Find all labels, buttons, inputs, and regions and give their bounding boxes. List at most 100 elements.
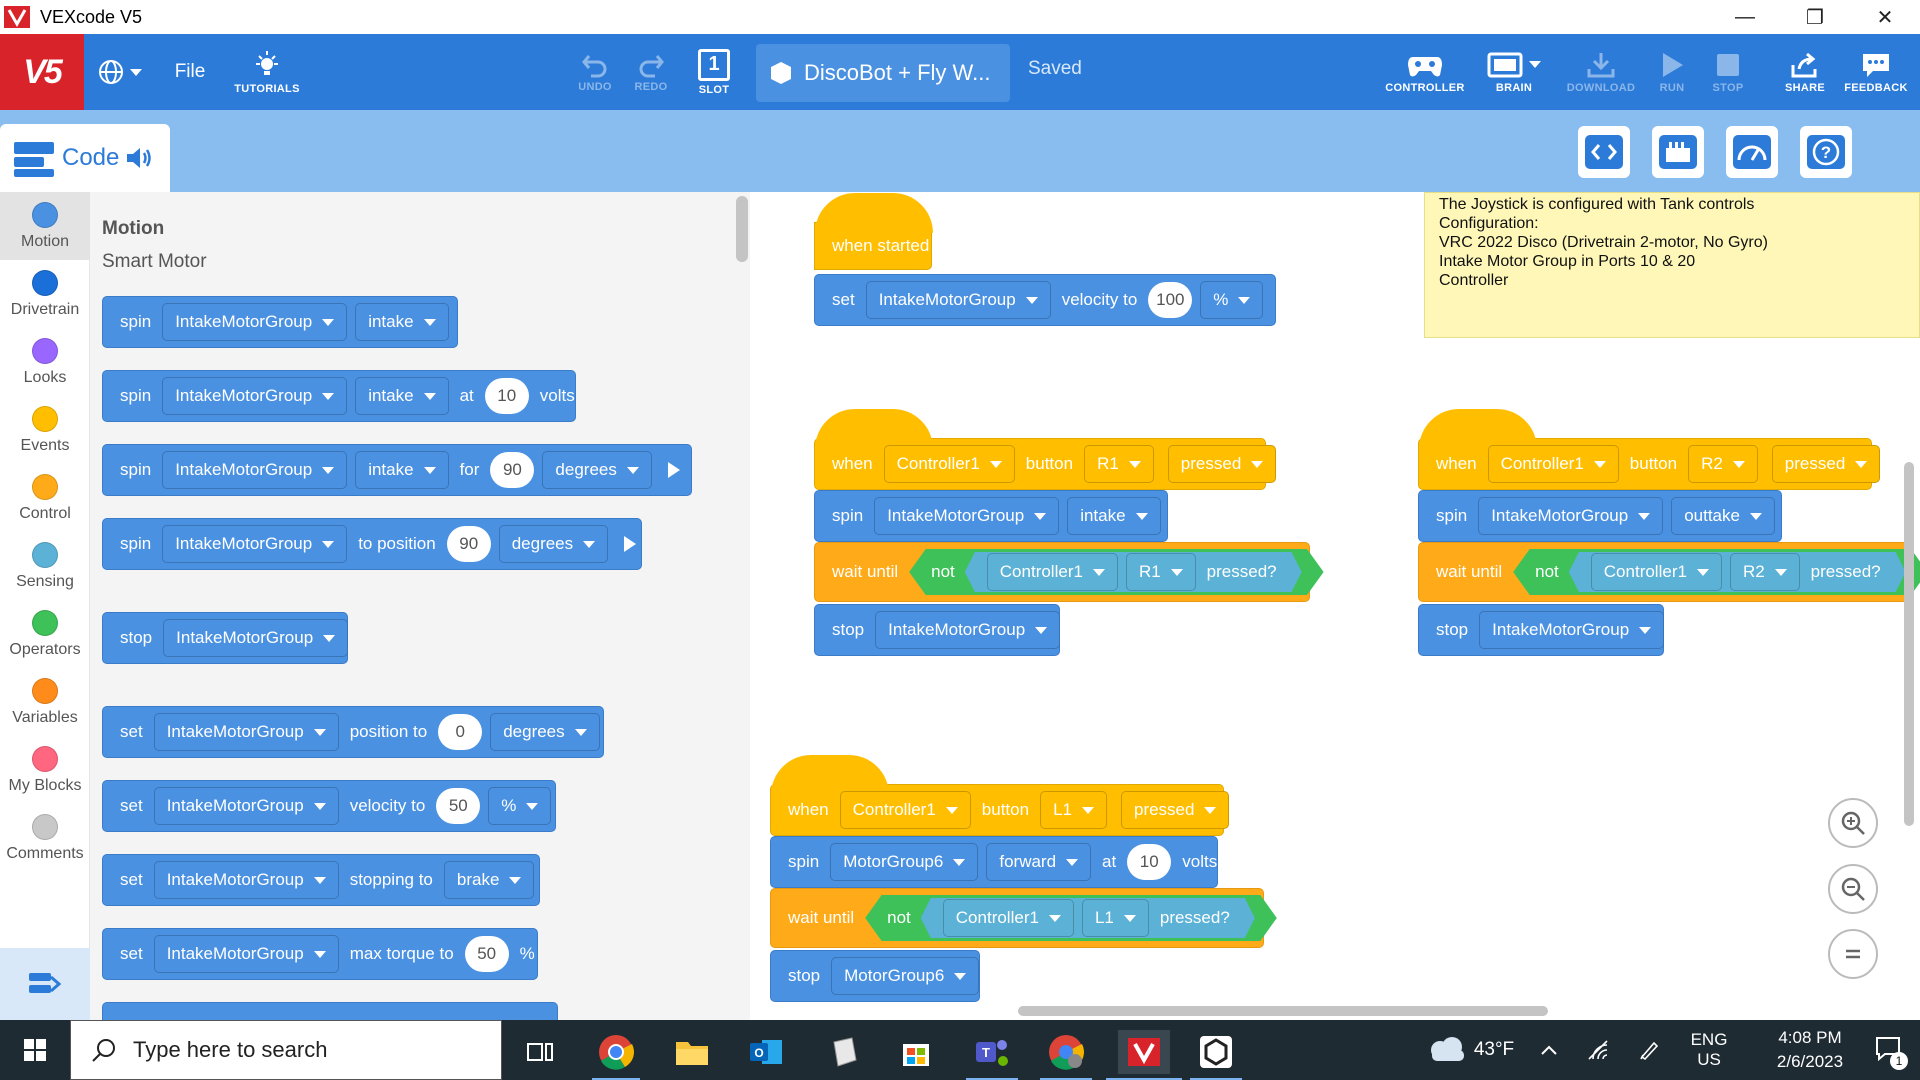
download-button[interactable]: DOWNLOAD	[1560, 34, 1642, 110]
motor-dropdown[interactable]: IntakeMotorGroup	[162, 303, 348, 341]
motor-dropdown[interactable]: IntakeMotorGroup	[153, 713, 339, 751]
start-button[interactable]	[0, 1020, 70, 1080]
network-icon[interactable]	[1584, 1020, 1614, 1080]
category-events[interactable]: Events	[0, 396, 90, 464]
controller-pressed-condition[interactable]: Controller1 L1 pressed?	[920, 898, 1255, 938]
button-dropdown[interactable]: R2	[1688, 445, 1758, 483]
button-dropdown[interactable]: R2	[1729, 553, 1800, 591]
stop-block[interactable]: stop IntakeMotorGroup	[102, 612, 349, 664]
category-variables[interactable]: Variables	[0, 668, 90, 736]
motor-dropdown[interactable]: IntakeMotorGroup	[865, 281, 1051, 319]
stopping-dropdown[interactable]: brake	[443, 861, 535, 899]
minimize-button[interactable]: —	[1710, 0, 1780, 34]
controller-pressed-condition[interactable]: Controller1 R2 pressed?	[1568, 552, 1906, 592]
not-operator[interactable]: not Controller1 L1 pressed?	[865, 895, 1277, 941]
velocity-input[interactable]: 100	[1148, 282, 1193, 318]
direction-dropdown[interactable]: forward	[986, 843, 1092, 881]
restore-button[interactable]: ❐	[1780, 0, 1850, 34]
set-velocity-block[interactable]: set IntakeMotorGroup velocity to 50 %	[102, 780, 556, 832]
controller-dropdown[interactable]: Controller1	[883, 445, 1015, 483]
wait-until-block[interactable]: wait until not Controller1 R1 pressed?	[814, 542, 1324, 602]
category-my-blocks[interactable]: My Blocks	[0, 736, 90, 804]
controller-dropdown[interactable]: Controller1	[986, 553, 1118, 591]
clock[interactable]: 4:08 PM 2/6/2023	[1748, 1020, 1872, 1080]
motor-dropdown[interactable]: MotorGroup6	[830, 843, 979, 881]
palette-scrollbar[interactable]	[736, 196, 748, 262]
tutorials-button[interactable]: TUTORIALS	[228, 34, 306, 110]
not-operator[interactable]: not Controller1 R2 pressed?	[1513, 549, 1920, 595]
workspace-horizontal-scrollbar[interactable]	[1018, 1006, 1548, 1016]
motor-dropdown[interactable]: IntakeMotorGroup	[162, 377, 348, 415]
set-stopping-block[interactable]: set IntakeMotorGroup stopping to brake	[102, 854, 540, 906]
file-menu[interactable]: File	[168, 34, 212, 110]
help-button[interactable]: ?	[1800, 126, 1852, 178]
dashboard-button[interactable]	[1726, 126, 1778, 178]
event-dropdown[interactable]: pressed	[1771, 445, 1881, 483]
stop-button[interactable]: STOP	[1706, 34, 1750, 110]
unit-dropdown[interactable]: degrees	[490, 713, 600, 751]
file-explorer-icon[interactable]	[670, 1030, 714, 1074]
language-indicator[interactable]: ENG US	[1684, 1020, 1734, 1080]
spin-for-block[interactable]: spin IntakeMotorGroup intake for 90 degr…	[102, 444, 692, 496]
stop-block[interactable]: stop MotorGroup6	[770, 950, 980, 1002]
controller-dropdown[interactable]: Controller1	[942, 899, 1074, 937]
share-button[interactable]: SHARE	[1780, 34, 1830, 110]
chrome-icon[interactable]	[594, 1030, 638, 1074]
redo-button[interactable]: REDO	[626, 34, 676, 110]
controller-pressed-condition[interactable]: Controller1 R1 pressed?	[964, 552, 1302, 592]
extensions-button[interactable]	[0, 948, 90, 1020]
unit-dropdown[interactable]: %	[488, 787, 552, 825]
taskbar-search[interactable]: Type here to search	[70, 1020, 502, 1080]
stop-block[interactable]: stop IntakeMotorGroup	[814, 604, 1061, 656]
spin-volts-block[interactable]: spin MotorGroup6 forward at 10 volts	[770, 836, 1218, 888]
volts-input[interactable]: 10	[1127, 844, 1172, 880]
controller-button[interactable]: CONTROLLER	[1380, 34, 1470, 110]
cube-app-icon[interactable]	[820, 1030, 864, 1074]
code-viewer-button[interactable]	[1578, 126, 1630, 178]
direction-dropdown[interactable]: outtake	[1671, 497, 1775, 535]
slot-button[interactable]: 1 SLOT	[690, 34, 738, 110]
category-motion[interactable]: Motion	[0, 192, 90, 260]
unit-dropdown[interactable]: degrees	[542, 451, 652, 489]
not-operator[interactable]: not Controller1 R1 pressed?	[909, 549, 1324, 595]
zoom-out-button[interactable]	[1828, 864, 1878, 914]
workspace-comment[interactable]: The Joystick is configured with Tank con…	[1424, 192, 1920, 338]
zoom-in-button[interactable]	[1828, 798, 1878, 848]
project-name-field[interactable]: DiscoBot + Fly W...	[756, 44, 1010, 102]
stop-block[interactable]: stop IntakeMotorGroup	[1418, 604, 1665, 656]
direction-dropdown[interactable]: intake	[355, 377, 449, 415]
spin-block[interactable]: spin IntakeMotorGroup intake	[102, 296, 458, 348]
speaker-icon[interactable]	[125, 145, 155, 171]
pen-icon[interactable]	[1634, 1020, 1664, 1080]
button-dropdown[interactable]: R1	[1084, 445, 1154, 483]
motor-dropdown[interactable]: IntakeMotorGroup	[874, 497, 1060, 535]
notifications-button[interactable]: 1	[1856, 1020, 1920, 1080]
button-dropdown[interactable]: L1	[1081, 899, 1149, 937]
teams-icon[interactable]: T	[970, 1030, 1014, 1074]
undo-button[interactable]: UNDO	[570, 34, 620, 110]
expand-arrow-icon[interactable]	[624, 536, 637, 552]
chrome-profile-icon[interactable]	[1044, 1030, 1088, 1074]
when-controller-button-hat-block[interactable]: when Controller1 button L1 pressed	[770, 755, 1230, 836]
spin-block[interactable]: spin IntakeMotorGroup intake	[814, 490, 1168, 542]
category-looks[interactable]: Looks	[0, 328, 90, 396]
weather-widget[interactable]: 43°F	[1414, 1020, 1526, 1080]
when-started-hat-block[interactable]: when started	[814, 193, 933, 270]
motor-dropdown[interactable]: IntakeMotorGroup	[153, 935, 339, 973]
workspace-vertical-scrollbar[interactable]	[1904, 462, 1914, 826]
category-comments[interactable]: Comments	[0, 804, 90, 872]
vexcode-taskbar-icon[interactable]	[1118, 1030, 1170, 1074]
outlook-icon[interactable]: O	[744, 1030, 788, 1074]
button-dropdown[interactable]: L1	[1040, 791, 1107, 829]
motor-dropdown[interactable]: IntakeMotorGroup	[153, 861, 339, 899]
category-control[interactable]: Control	[0, 464, 90, 532]
motor-dropdown[interactable]: MotorGroup6	[831, 957, 980, 995]
when-controller-button-hat-block[interactable]: when Controller1 button R1 pressed	[814, 409, 1277, 490]
expand-arrow-icon[interactable]	[667, 462, 680, 478]
motor-dropdown[interactable]: IntakeMotorGroup	[1479, 611, 1665, 649]
set-velocity-block[interactable]: set IntakeMotorGroup velocity to 100 %	[814, 274, 1276, 326]
controller-dropdown[interactable]: Controller1	[1590, 553, 1722, 591]
devices-button[interactable]	[1652, 126, 1704, 178]
spin-block[interactable]: spin IntakeMotorGroup outtake	[1418, 490, 1782, 542]
volts-input[interactable]: 10	[484, 378, 529, 414]
